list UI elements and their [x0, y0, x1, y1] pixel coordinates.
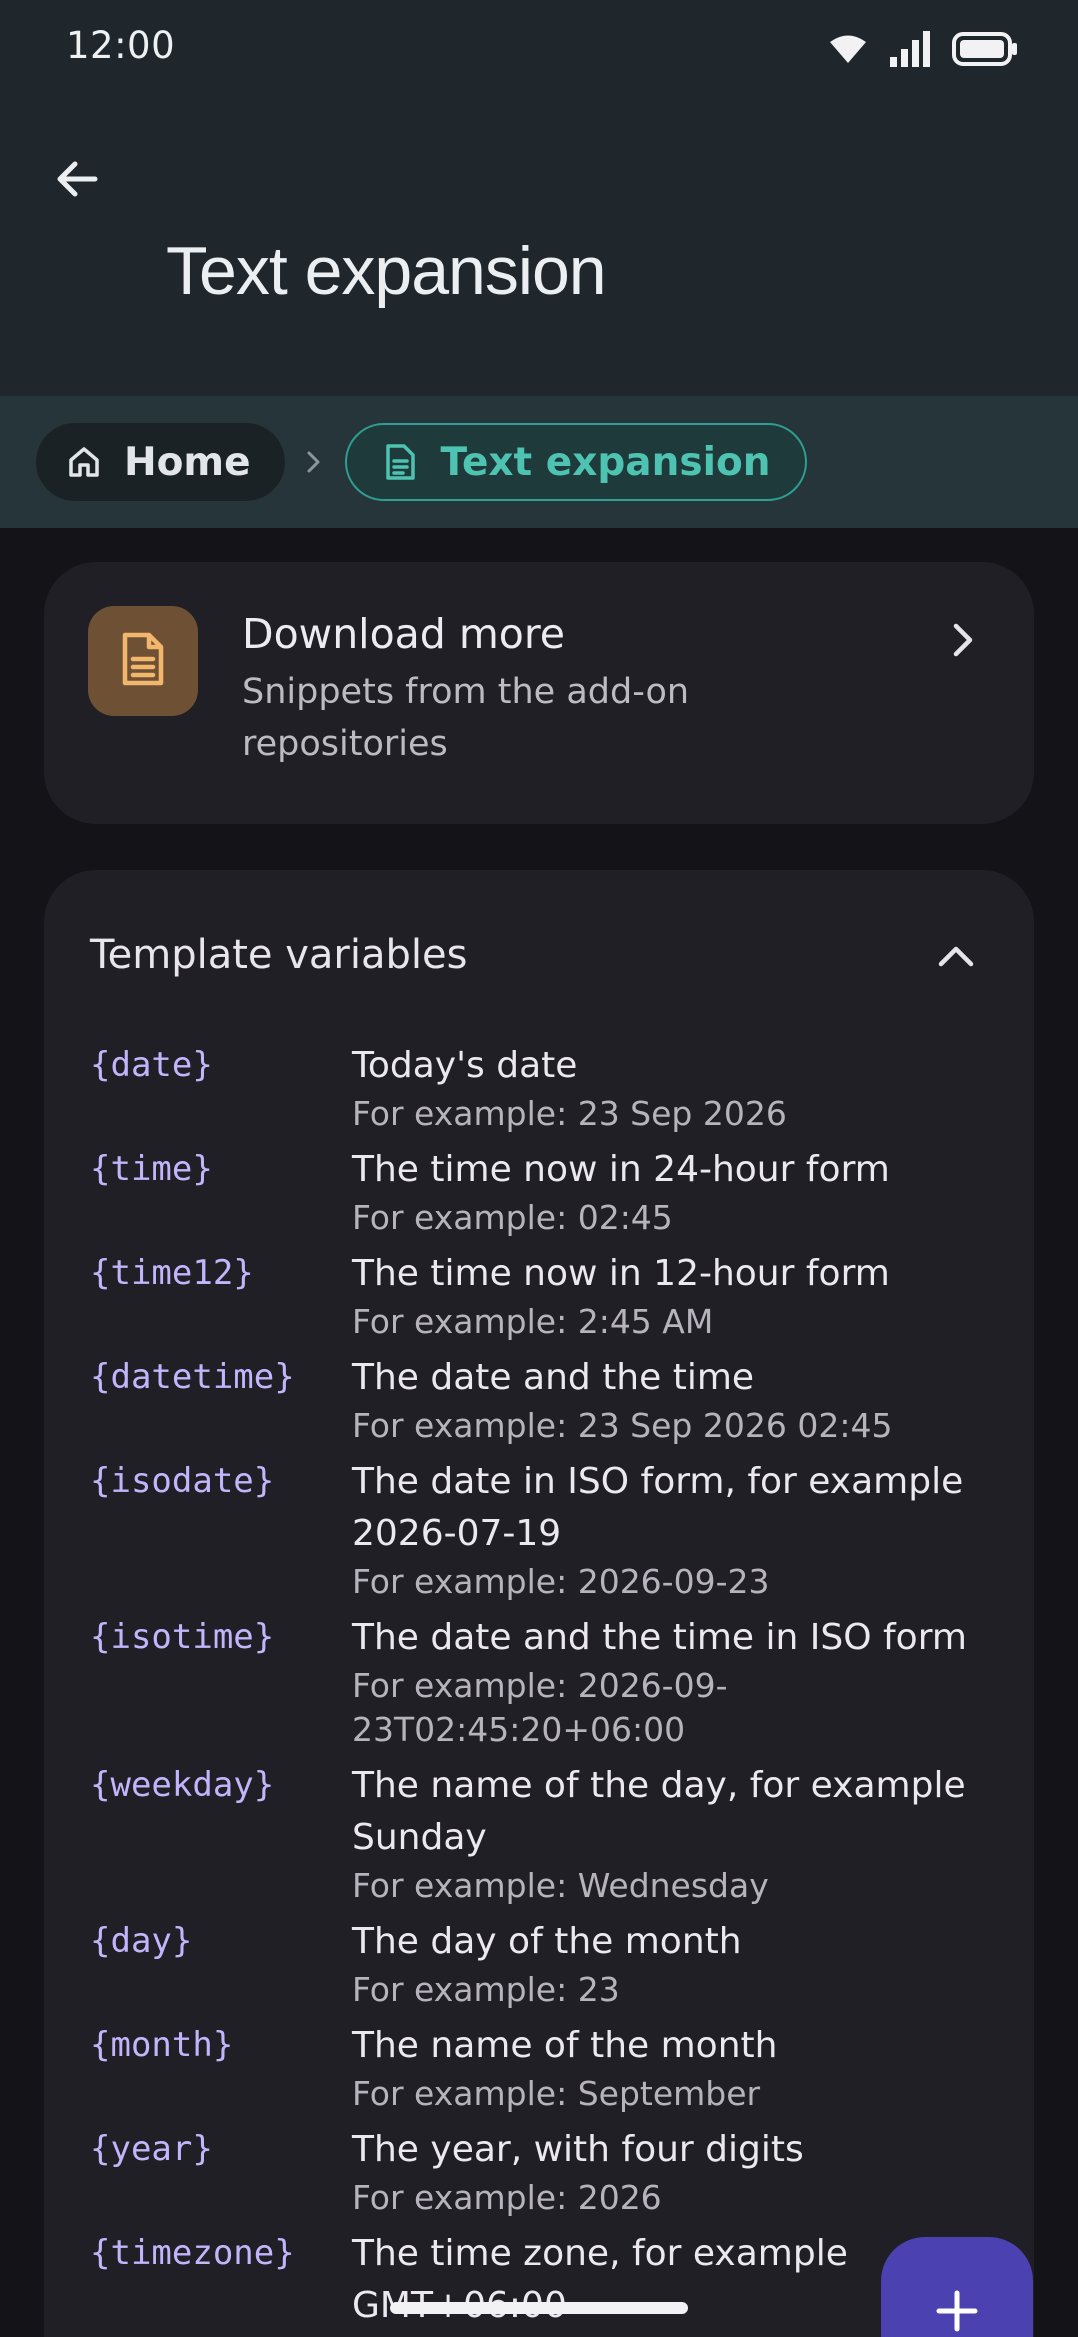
variable-key: {isotime}	[90, 1617, 275, 1657]
template-variable-row: {month} The name of the month For example:…	[90, 2020, 1010, 2116]
variable-key: {timezone}	[90, 2233, 295, 2273]
breadcrumb-home-label: Home	[124, 439, 251, 485]
battery-icon	[952, 31, 1018, 67]
variable-description: The date in ISO form, for example 2026-0…	[352, 1461, 964, 1554]
variable-description: Today's date	[352, 1045, 578, 1086]
variable-description-block: Today's date For example: 23 Sep 2026	[352, 1040, 1010, 1136]
download-icon-tile	[88, 606, 198, 716]
home-indicator	[390, 2302, 688, 2314]
arrow-left-icon	[51, 153, 103, 209]
breadcrumb: Home Text expansion	[0, 396, 1078, 528]
variable-description-block: The year, with four digits For example: 2…	[352, 2124, 1010, 2220]
back-button[interactable]	[44, 148, 110, 214]
variable-description-block: The name of the month For example: Septem…	[352, 2020, 1010, 2116]
template-variables-title: Template variables	[90, 932, 468, 978]
breadcrumb-current[interactable]: Text expansion	[344, 423, 807, 501]
status-icons	[828, 28, 1018, 70]
template-variable-row: {datetime} The date and the time For examp…	[90, 1352, 1010, 1448]
variable-key: {time}	[90, 1149, 213, 1189]
variable-description: The name of the month	[352, 2025, 778, 2066]
template-variable-row: {day} The day of the month For example: 23	[90, 1916, 1010, 2012]
template-variable-row: {isotime} The date and the time in ISO fo…	[90, 1612, 1010, 1752]
variable-example: For example: 2026	[352, 2178, 662, 2217]
variable-description: The date and the time	[352, 1357, 755, 1398]
signal-icon	[888, 31, 932, 67]
variable-description: The time now in 24-hour form	[352, 1149, 890, 1190]
variable-description-block: The date and the time For example: 23 Sep…	[352, 1352, 1010, 1448]
variable-key: {date}	[90, 1045, 213, 1085]
variable-description-block: The time now in 24-hour form For example:…	[352, 1144, 1010, 1240]
variable-example: For example: 23	[352, 1970, 620, 2009]
variable-example: For example: 2026-09-23	[352, 1562, 770, 1601]
variable-key: {month}	[90, 2025, 234, 2065]
variable-description: The time now in 12-hour form	[352, 1253, 890, 1294]
collapse-button[interactable]	[928, 930, 984, 986]
variable-example: For example: Wednesday	[352, 1866, 769, 1905]
variable-description-block: The date and the time in ISO form For exa…	[352, 1612, 1010, 1752]
template-variable-row: {date} Today's date For example: 23 Sep 20…	[90, 1040, 1010, 1136]
page-title: Text expansion	[166, 233, 607, 309]
template-variable-row: {time12} The time now in 12-hour form For …	[90, 1248, 1010, 1344]
template-variables-list: {date} Today's date For example: 23 Sep 20…	[90, 1040, 1010, 2337]
variable-example: For example: 2026-09-23T02:45:20+06:00	[352, 1666, 728, 1749]
variable-key: {isodate}	[90, 1461, 275, 1501]
template-variables-card: Template variables {date} Today's date For…	[44, 870, 1034, 2337]
chevron-right-icon	[303, 449, 325, 475]
status-bar: 12:00	[0, 0, 1078, 96]
variable-description-block: The time now in 12-hour form For example:…	[352, 1248, 1010, 1344]
variable-description: The year, with four digits	[352, 2129, 804, 2170]
download-more-subtitle: Snippets from the add-on repositories	[242, 672, 690, 764]
chevron-right-icon	[948, 620, 978, 664]
variable-description: The date and the time in ISO form	[352, 1617, 967, 1658]
template-variable-row: {isodate} The date in ISO form, for examp…	[90, 1456, 1010, 1604]
template-variable-row: {timezone}The time zone, for example GMT…	[90, 2228, 1010, 2337]
variable-description: The day of the month	[352, 1921, 742, 1962]
variable-description: The name of the day, for example Sunday	[352, 1765, 966, 1858]
variable-example: For example: 23 Sep 2026 02:45	[352, 1406, 893, 1445]
variable-key: {datetime}	[90, 1357, 295, 1397]
breadcrumb-home[interactable]: Home	[36, 423, 285, 501]
variable-example: For example: 23 Sep 2026	[352, 1094, 787, 1133]
download-more-title: Download more	[242, 610, 566, 658]
template-variable-row: {year} The year, with four digits For exam…	[90, 2124, 1010, 2220]
add-snippet-button[interactable]	[881, 2237, 1033, 2337]
variable-description-block: The name of the day, for example Sunday F…	[352, 1760, 1010, 1908]
variable-key: {year}	[90, 2129, 213, 2169]
home-icon	[66, 444, 102, 480]
variable-example: For example: September	[352, 2074, 761, 2113]
breadcrumb-current-label: Text expansion	[440, 439, 771, 485]
variable-key: {day}	[90, 1921, 193, 1961]
variable-key: {weekday}	[90, 1765, 275, 1805]
variable-description-block: The date in ISO form, for example 2026-0…	[352, 1456, 1010, 1604]
status-time: 12:00	[66, 24, 176, 67]
variable-example: For example: 2:45 AM	[352, 1302, 714, 1341]
wifi-icon	[828, 33, 868, 65]
plus-icon	[933, 2287, 981, 2337]
variable-description-block: The day of the month For example: 23	[352, 1916, 1010, 2012]
variable-example: For example: 02:45	[352, 1198, 673, 1237]
variable-key: {time12}	[90, 1253, 254, 1293]
chevron-up-icon	[936, 942, 976, 974]
template-variable-row: {time} The time now in 24-hour form For ex…	[90, 1144, 1010, 1240]
document-icon	[119, 631, 167, 691]
top-app-bar: 12:00 Text expansion	[0, 0, 1078, 396]
template-variable-row: {weekday} The name of the day, for exampl…	[90, 1760, 1010, 1908]
download-more-card[interactable]: Download more Snippets from the add-on r…	[44, 562, 1034, 824]
document-icon	[383, 443, 417, 481]
